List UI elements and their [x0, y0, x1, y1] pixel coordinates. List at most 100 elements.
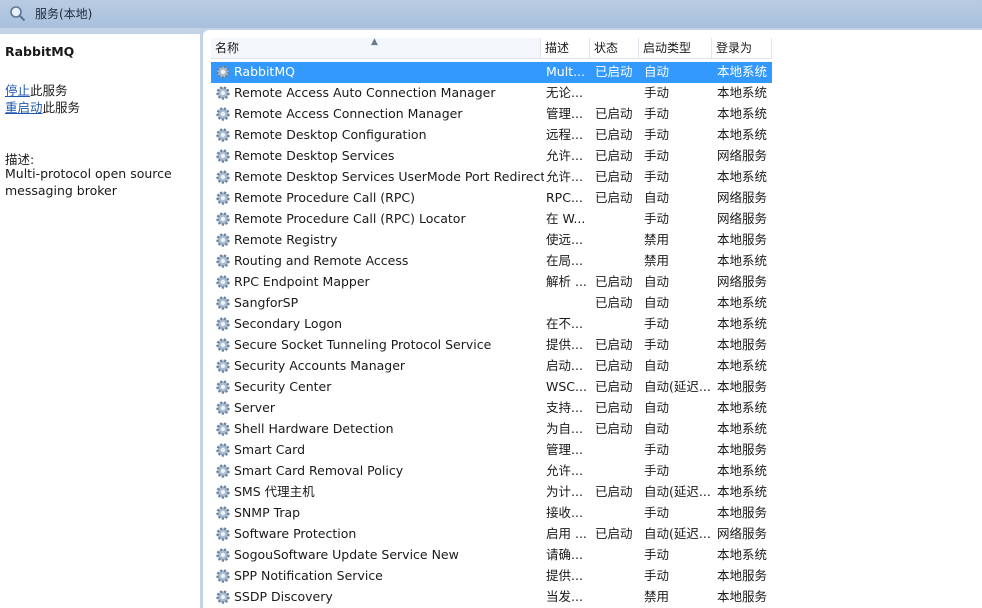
gear-icon: [216, 506, 230, 520]
stop-service-link[interactable]: 停止: [5, 83, 30, 98]
table-row[interactable]: Smart Card Removal Policy 允许... 手动 本地系统: [211, 461, 982, 482]
column-header-startup-type[interactable]: 启动类型: [639, 38, 712, 59]
table-row[interactable]: Remote Desktop Configuration 远程... 已启动 手动 本地…: [211, 125, 982, 146]
cell-startup-type: 手动: [644, 127, 670, 142]
column-header-name-label: 名称: [215, 41, 240, 55]
table-row[interactable]: Security Accounts Manager 启动... 已启动 自动 本地系统: [211, 356, 982, 377]
column-header-log-on-as[interactable]: 登录为: [712, 38, 772, 59]
cell-log-on-as: 本地系统: [717, 547, 768, 562]
cell-log-on-as: 本地服务: [717, 337, 768, 352]
cell-startup-type: 手动: [644, 442, 670, 457]
gear-icon: [216, 548, 230, 562]
table-row[interactable]: SNMP Trap 接收... 手动 本地服务: [211, 503, 982, 524]
gear-icon: [216, 254, 230, 268]
cell-status: 已启动: [595, 148, 633, 163]
cell-name: Routing and Remote Access: [234, 253, 409, 268]
table-row[interactable]: Secure Socket Tunneling Protocol Service…: [211, 335, 982, 356]
cell-startup-type: 手动: [644, 148, 670, 163]
table-row[interactable]: SPP Notification Service 提供... 手动 本地服务: [211, 566, 982, 587]
cell-log-on-as: 网络服务: [717, 274, 768, 289]
cell-name: SNMP Trap: [234, 505, 301, 520]
cell-startup-type: 手动: [644, 316, 670, 331]
table-row[interactable]: Remote Desktop Services UserMode Port Re…: [211, 167, 982, 188]
title-bar: 服务(本地): [0, 0, 982, 28]
cell-name: Smart Card: [234, 442, 306, 457]
gear-icon: [216, 590, 230, 604]
cell-name: Shell Hardware Detection: [234, 421, 394, 436]
cell-description: 启用 ...: [546, 526, 586, 541]
cell-description: 使远...: [546, 232, 583, 247]
cell-name: RPC Endpoint Mapper: [234, 274, 370, 289]
gear-icon: [216, 233, 230, 247]
cell-startup-type: 手动: [644, 211, 670, 226]
gear-icon: [216, 401, 230, 415]
table-row[interactable]: Routing and Remote Access 在局... 禁用 本地系统: [211, 251, 982, 272]
cell-name: Smart Card Removal Policy: [234, 463, 404, 478]
cell-description: 在 W...: [546, 211, 586, 226]
table-row[interactable]: Remote Procedure Call (RPC) Locator 在 W..…: [211, 209, 982, 230]
table-row[interactable]: Remote Registry 使远... 禁用 本地服务: [211, 230, 982, 251]
table-row[interactable]: RPC Endpoint Mapper 解析 ... 已启动 自动 网络服务: [211, 272, 982, 293]
cell-log-on-as: 本地服务: [717, 505, 768, 520]
table-row[interactable]: SangforSP 已启动 自动 本地系统: [211, 293, 982, 314]
details-pane: RabbitMQ 停止此服务 重启动此服务 描述: Multi-protocol…: [0, 34, 200, 608]
cell-name: SPP Notification Service: [234, 568, 383, 583]
table-row[interactable]: Remote Access Connection Manager 管理... 已启动…: [211, 104, 982, 125]
cell-description: 在局...: [546, 253, 583, 268]
gear-icon: [216, 569, 230, 583]
cell-description: 提供...: [546, 568, 583, 583]
table-row[interactable]: SMS 代理主机 为计... 已启动 自动(延迟... 本地系统: [211, 482, 982, 503]
cell-name: Remote Access Auto Connection Manager: [234, 85, 496, 100]
cell-name: SangforSP: [234, 295, 299, 310]
table-row[interactable]: Shell Hardware Detection 为自... 已启动 自动 本地系统: [211, 419, 982, 440]
table-row[interactable]: Remote Access Auto Connection Manager 无论.…: [211, 83, 982, 104]
cell-description: 支持...: [546, 400, 583, 415]
cell-name: Software Protection: [234, 526, 357, 541]
cell-startup-type: 自动(延迟...: [644, 379, 711, 394]
restart-service-link[interactable]: 重启动: [5, 100, 43, 115]
cell-log-on-as: 网络服务: [717, 526, 768, 541]
cell-name: Security Center: [234, 379, 332, 394]
column-header-description[interactable]: 描述: [541, 38, 590, 59]
cell-name: Remote Procedure Call (RPC) Locator: [234, 211, 466, 226]
cell-startup-type: 禁用: [644, 589, 670, 604]
cell-description: 为自...: [546, 421, 583, 436]
cell-log-on-as: 本地系统: [717, 106, 768, 121]
cell-name: Remote Desktop Configuration: [234, 127, 427, 142]
cell-name: SSDP Discovery: [234, 589, 333, 604]
cell-name: Remote Desktop Services UserMode Port Re…: [234, 169, 544, 184]
services-table-body: RabbitMQ Mult... 已启动 自动 本地系统 Remote Acce…: [211, 62, 982, 608]
cell-name: Security Accounts Manager: [234, 358, 406, 373]
table-row[interactable]: Server 支持... 已启动 自动 本地系统: [211, 398, 982, 419]
cell-status: 已启动: [595, 169, 633, 184]
column-header-status[interactable]: 状态: [590, 38, 639, 59]
cell-status: 已启动: [595, 400, 633, 415]
gear-icon: [216, 149, 230, 163]
cell-status: 已启动: [595, 337, 633, 352]
gear-icon: [216, 170, 230, 184]
services-magnifier-icon: [10, 6, 26, 22]
table-row[interactable]: Security Center WSC... 已启动 自动(延迟... 本地服务: [211, 377, 982, 398]
gear-icon: [216, 212, 230, 226]
cell-status: 已启动: [595, 106, 633, 121]
cell-startup-type: 自动: [644, 421, 670, 436]
table-row[interactable]: SSDP Discovery 当发... 禁用 本地服务: [211, 587, 982, 608]
cell-name: Remote Desktop Services: [234, 148, 395, 163]
table-row[interactable]: RabbitMQ Mult... 已启动 自动 本地系统: [211, 62, 982, 83]
table-row[interactable]: Remote Procedure Call (RPC) RPC... 已启动 自动 网络…: [211, 188, 982, 209]
cell-description: 为计...: [546, 484, 583, 499]
cell-log-on-as: 本地系统: [717, 253, 768, 268]
table-row[interactable]: Secondary Logon 在不... 手动 本地系统: [211, 314, 982, 335]
cell-name: Secure Socket Tunneling Protocol Service: [234, 337, 492, 352]
column-header-name[interactable]: 名称 ▲: [211, 37, 541, 59]
table-row[interactable]: Software Protection 启用 ... 已启动 自动(延迟... 网络服务: [211, 524, 982, 545]
gear-icon: [216, 65, 230, 79]
table-row[interactable]: Smart Card 管理... 手动 本地服务: [211, 440, 982, 461]
gear-icon: [216, 527, 230, 541]
gear-icon: [216, 275, 230, 289]
table-row[interactable]: Remote Desktop Services 允许... 已启动 手动 网络服务: [211, 146, 982, 167]
cell-name: Remote Procedure Call (RPC): [234, 190, 415, 205]
table-row[interactable]: SogouSoftware Update Service New 请确... 手动 本…: [211, 545, 982, 566]
restart-service-line: 重启动此服务: [5, 97, 80, 116]
cell-startup-type: 手动: [644, 106, 670, 121]
